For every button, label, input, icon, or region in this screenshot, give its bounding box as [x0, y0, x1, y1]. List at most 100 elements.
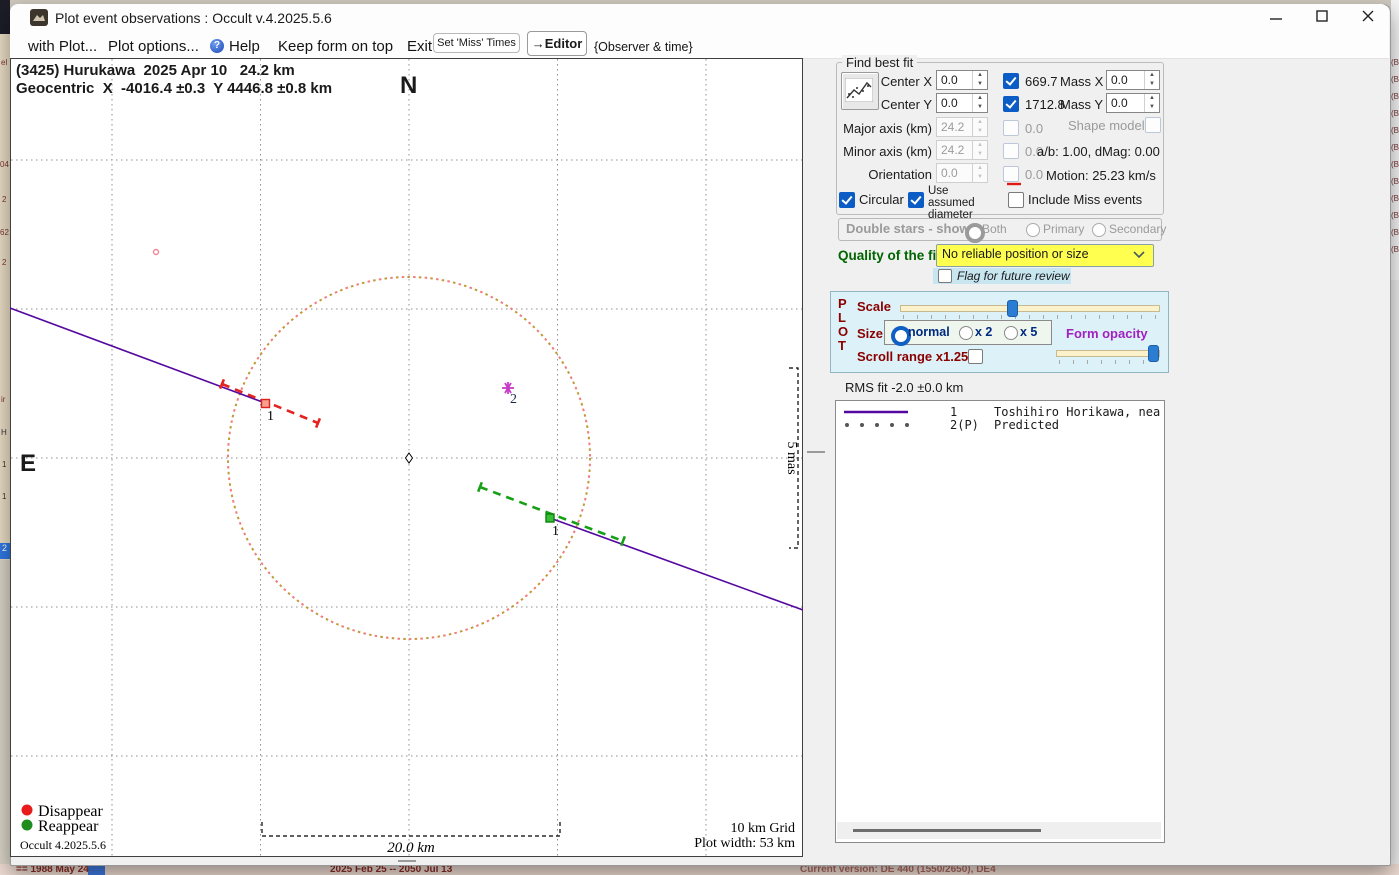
orientation-error: 0.0 [1025, 167, 1043, 182]
observer2-number[interactable]: 2(P) [950, 418, 979, 432]
scalebar-label: 20.0 km [387, 840, 435, 856]
plot-scroll-handle[interactable] [398, 860, 416, 862]
plot-panel-letter-o: O [838, 324, 848, 339]
fit-y-checkbox[interactable] [1003, 96, 1019, 112]
bg-fragment: 2 [2, 258, 6, 267]
scale-slider-ticks [903, 315, 1157, 319]
bg-fragment: (B [1391, 194, 1399, 211]
fit-y-value: 1712.8 [1025, 97, 1065, 112]
center-x-spinner[interactable]: 0.0▲▼ [936, 70, 988, 90]
splitter-handle[interactable] [807, 451, 825, 453]
close-button[interactable] [1354, 6, 1382, 26]
size-x5-radio[interactable] [1004, 326, 1018, 340]
bg-fragment: H [1, 428, 7, 437]
bg-fragment: (B [1391, 177, 1399, 194]
secondary-radio[interactable] [1092, 223, 1106, 237]
center-x-label: Center X [860, 74, 932, 89]
chord1-disappear-label: 1 [267, 409, 274, 424]
spin-up-icon: ▲ [973, 164, 987, 173]
rms-fit-label: RMS fit -2.0 ±0.0 km [845, 380, 963, 395]
plot-title-line2: Geocentric X -4016.4 ±0.3 Y 4446.8 ±0.8 … [16, 80, 332, 97]
mass-y-spinner[interactable]: 0.0▲▼ [1106, 93, 1160, 113]
bg-fragment: 1 [2, 492, 6, 501]
window-title: Plot event observations : Occult v.4.202… [55, 10, 332, 26]
spin-down-icon: ▼ [973, 150, 987, 159]
menu-help[interactable]: Help [229, 38, 260, 55]
bg-fragment: el [1, 58, 7, 67]
menu-plot-options[interactable]: Plot options... [108, 38, 199, 55]
east-label: E [20, 450, 36, 478]
menu-observer-time[interactable]: {Observer & time} [594, 40, 693, 54]
maximize-button[interactable] [1308, 6, 1336, 26]
opacity-slider-track[interactable] [1056, 350, 1160, 357]
center-y-spinner[interactable]: 0.0▲▼ [936, 93, 988, 113]
primary-radio[interactable] [1026, 223, 1040, 237]
secondary-label: Secondary [1109, 222, 1166, 236]
bg-fragment: (B [1391, 58, 1399, 75]
observer2-name[interactable]: Predicted [994, 418, 1059, 432]
fit-x-value: 669.7 [1025, 74, 1058, 89]
background-left-top [0, 0, 10, 34]
flag-review-checkbox[interactable] [938, 269, 952, 283]
circular-checkbox[interactable] [839, 192, 855, 208]
set-miss-times-button[interactable]: Set 'Miss' Times [433, 33, 520, 53]
minor-axis-checkbox [1003, 143, 1019, 159]
mas-scale-label: 5 mas [784, 441, 799, 474]
size-x5-label: x 5 [1020, 325, 1037, 339]
mass-x-spinner[interactable]: 0.0▲▼ [1106, 70, 1160, 90]
use-assumed-label: Use assumed diameter [928, 185, 994, 221]
double-stars-legend: Double stars - show [846, 221, 970, 236]
spin-up-icon: ▲ [1145, 71, 1159, 80]
bg-fragment: (B [1391, 92, 1399, 109]
plot-panel-letter-p: P [838, 296, 847, 311]
fit-x-checkbox[interactable] [1003, 73, 1019, 89]
bg-fragment: (B [1391, 245, 1399, 262]
bg-fragment: 2 [2, 195, 6, 204]
bg-fragment: ir [1, 395, 5, 404]
bg-fragment: (B [1391, 126, 1399, 143]
spin-down-icon: ▼ [1145, 103, 1159, 112]
spin-up-icon: ▲ [973, 71, 987, 80]
flag-review-label: Flag for future review [957, 269, 1070, 283]
quality-label: Quality of the fit [838, 248, 941, 263]
menu-with-plot[interactable]: with Plot... [28, 38, 97, 55]
primary-label: Primary [1043, 222, 1084, 236]
size-x2-radio[interactable] [959, 326, 973, 340]
scale-slider-thumb[interactable] [1007, 300, 1018, 317]
both-label: Both [982, 222, 1007, 236]
orientation-label: Orientation [830, 167, 932, 182]
minimize-button[interactable] [1262, 6, 1290, 26]
form-opacity-label: Form opacity [1066, 326, 1148, 341]
motion-label: Motion: 25.23 km/s [1046, 168, 1156, 183]
plot-title-line1: (3425) Hurukawa 2025 Apr 10 24.2 km [16, 62, 295, 79]
bg-fragment: 04 [0, 160, 9, 169]
menu-exit[interactable]: Exit [407, 38, 432, 55]
use-assumed-checkbox[interactable] [908, 192, 924, 208]
minor-axis-label: Minor axis (km) [830, 144, 932, 159]
chord1-reappear-label: 1 [552, 524, 559, 539]
help-icon[interactable]: ? [210, 39, 224, 53]
scale-slider-track[interactable] [900, 305, 1160, 312]
size-label: Size [857, 326, 883, 341]
observer2-line-swatch [843, 421, 909, 429]
observer-list[interactable] [835, 400, 1165, 843]
minor-axis-spinner: 24.2▲▼ [936, 140, 988, 160]
menu-keep-on-top[interactable]: Keep form on top [278, 38, 393, 55]
observer-list-scroll-thumb[interactable] [853, 829, 1041, 832]
spin-down-icon: ▼ [973, 173, 987, 182]
spin-up-icon: ▲ [973, 94, 987, 103]
scroll-range-label: Scroll range x1.25 [857, 349, 968, 364]
major-axis-label: Major axis (km) [830, 121, 932, 136]
include-miss-checkbox[interactable] [1008, 192, 1024, 208]
plot-width-label: Plot width: 53 km [694, 836, 795, 851]
chevron-down-icon[interactable] [1133, 250, 1145, 259]
observer1-name[interactable]: Toshihiro Horikawa, nea [994, 405, 1160, 419]
occultation-plot[interactable]: 1 1 2 5 mas 20.0 km Disappear Reappear O… [10, 58, 803, 857]
observer1-number[interactable]: 1 [950, 405, 957, 419]
scroll-range-checkbox[interactable] [968, 349, 983, 364]
opacity-slider-thumb[interactable] [1148, 345, 1159, 362]
editor-button[interactable]: →Editor [527, 31, 587, 56]
include-miss-label: Include Miss events [1028, 192, 1142, 207]
scale-label: Scale [857, 299, 891, 314]
shape-model-checkbox[interactable] [1145, 117, 1161, 133]
